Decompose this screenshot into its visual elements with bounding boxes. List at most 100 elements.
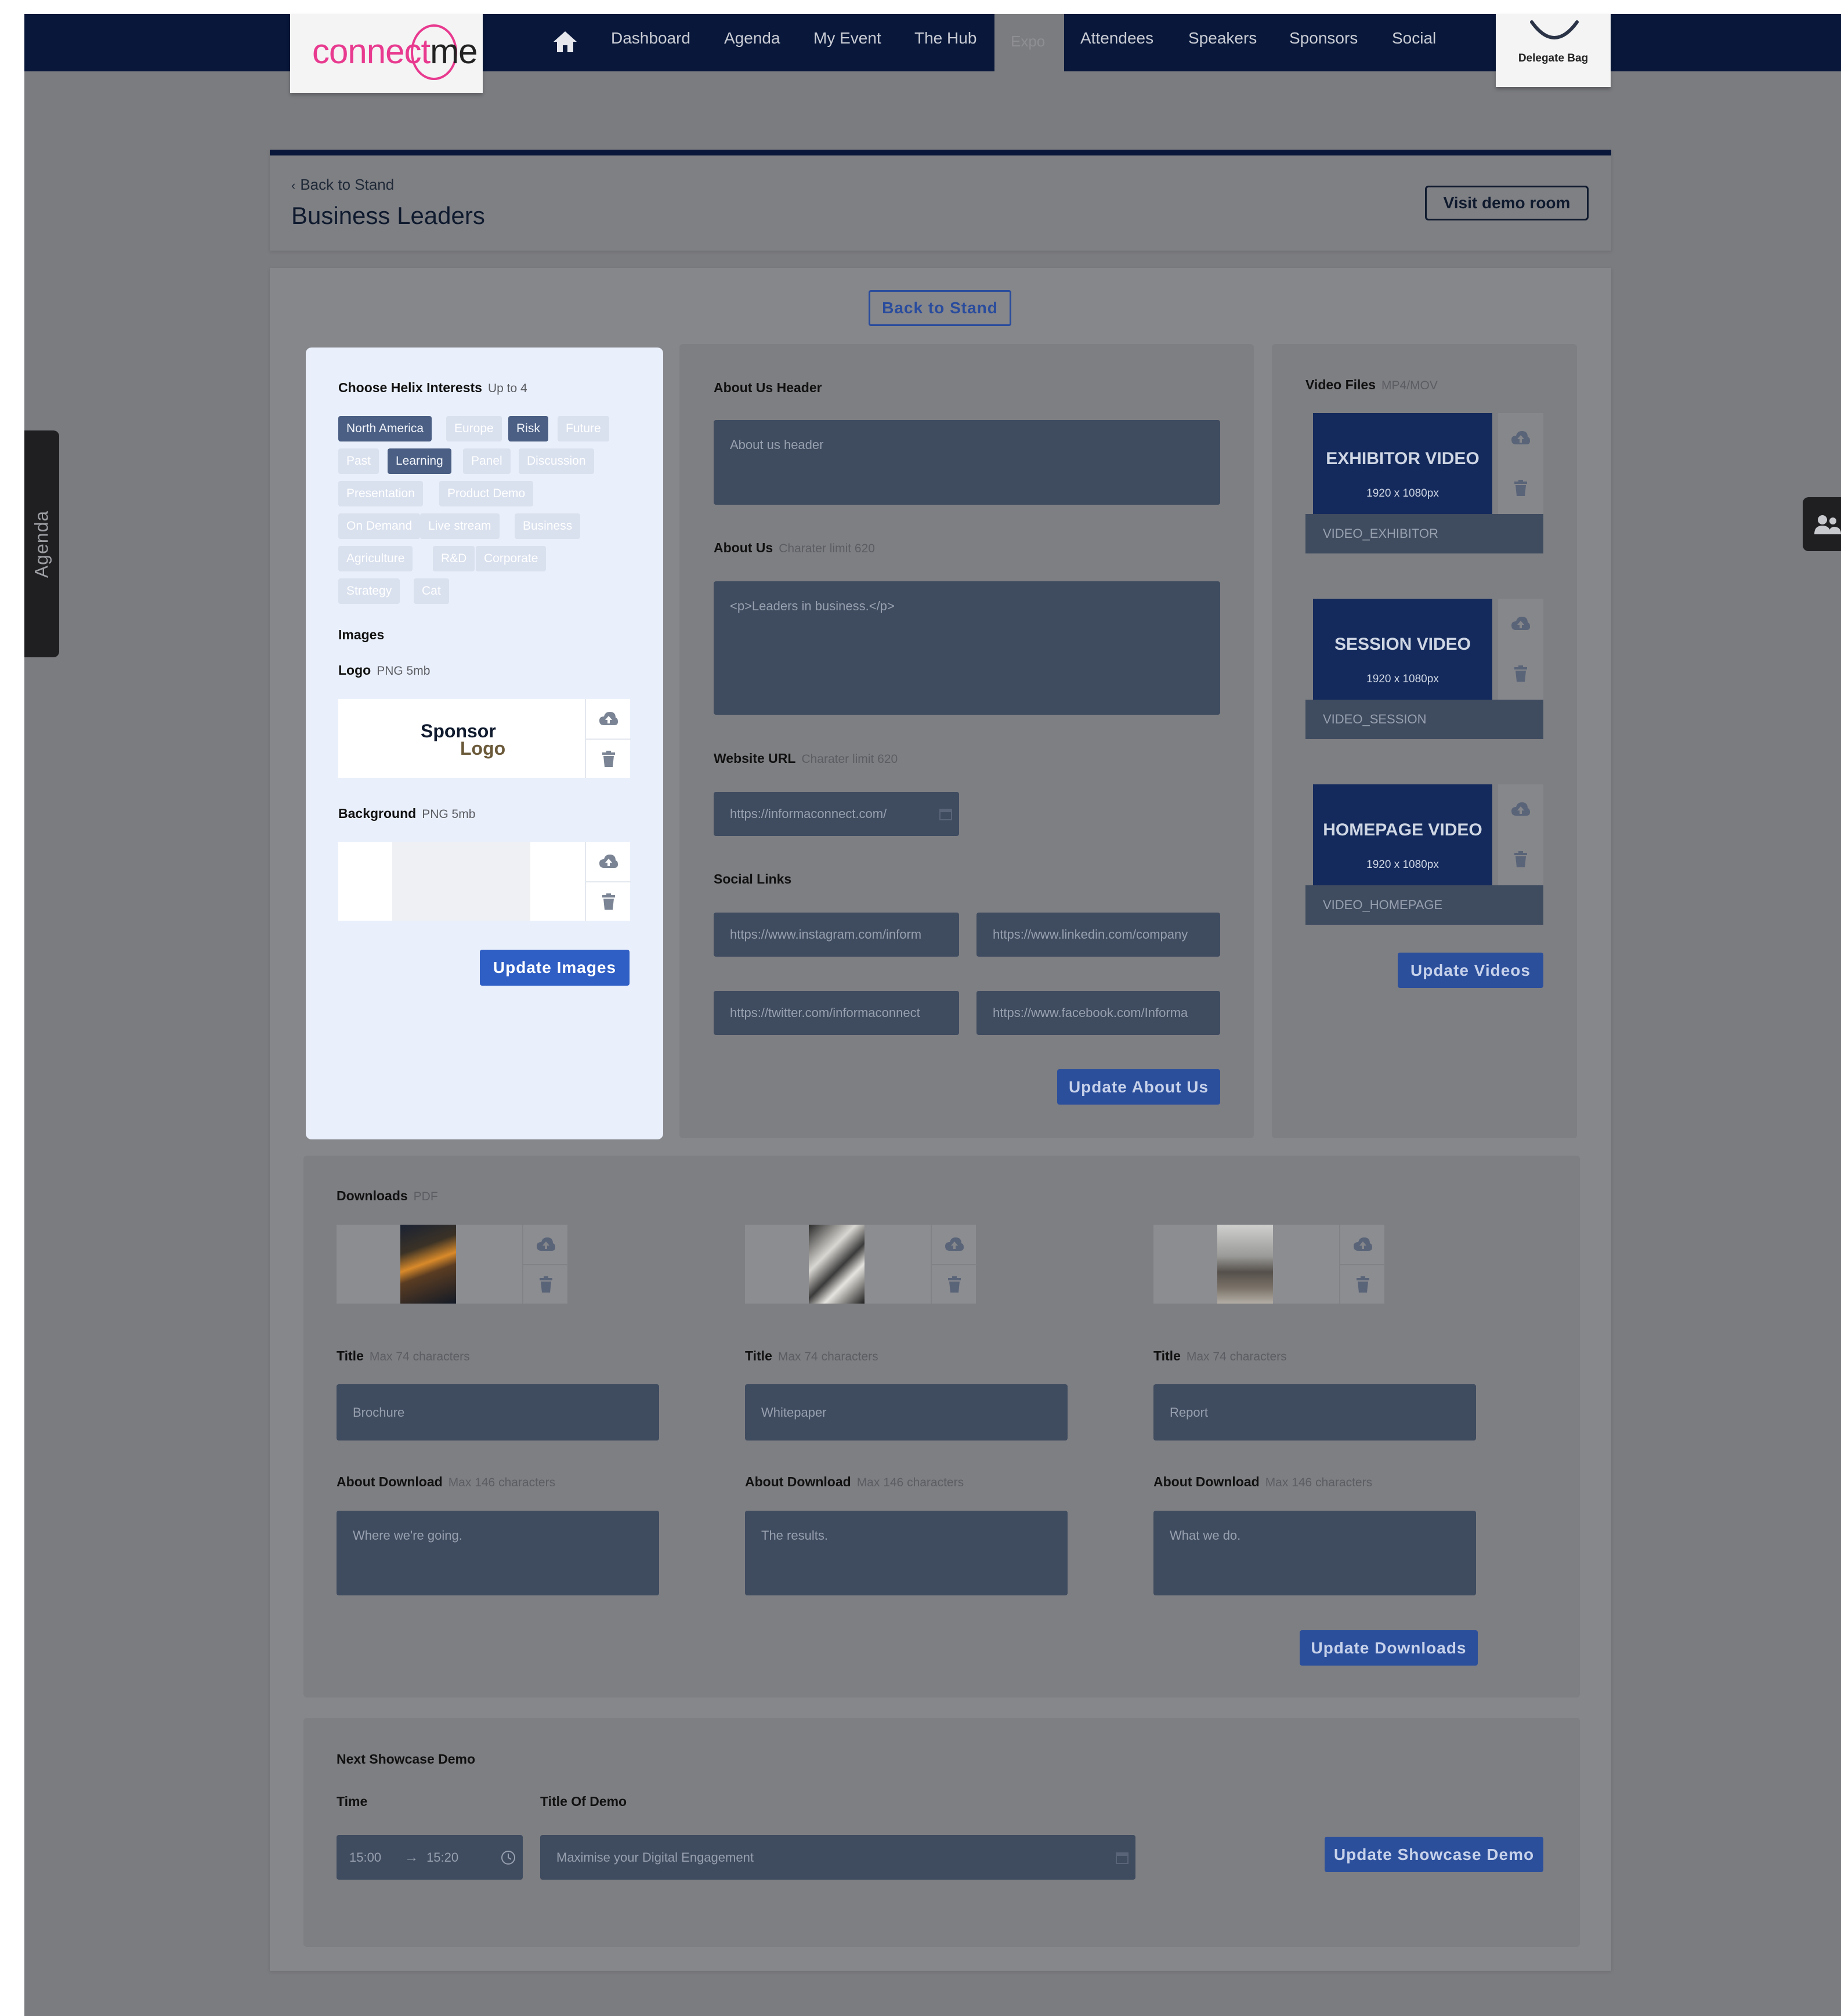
download-about-input[interactable]: What we do. [1153,1511,1476,1595]
update-showcase-demo-button[interactable]: Update Showcase Demo [1325,1837,1543,1872]
clock-icon [501,1850,515,1865]
update-downloads-button[interactable]: Update Downloads [1300,1630,1478,1666]
interest-tag[interactable]: Product Demo [439,481,534,506]
nav-item-dashboard[interactable]: Dashboard [611,29,690,48]
interest-tag[interactable]: Risk [508,416,548,441]
connectme-logo[interactable]: connectme [290,14,483,93]
upload-download-button[interactable] [1340,1225,1386,1264]
interest-tag[interactable]: Corporate [476,546,547,571]
upload-logo-button[interactable] [586,699,631,739]
upload-video-button[interactable] [1498,413,1543,463]
download-about-label: About Download Max 146 characters [1153,1474,1373,1489]
nav-item-social[interactable]: Social [1392,29,1436,48]
back-to-stand-link[interactable]: ‹ Back to Stand [291,176,394,194]
nav-item-expo[interactable]: Expo [1011,32,1045,50]
upload-video-button[interactable] [1498,784,1543,834]
interest-tag[interactable]: Cat [414,578,449,604]
interest-tag[interactable]: Discussion [519,448,594,474]
upload-video-button[interactable] [1498,599,1543,649]
calendar-icon [1116,1852,1129,1864]
upload-download-button[interactable] [932,1225,977,1264]
video-thumbnail-size: 1920 x 1080px [1366,859,1439,871]
nav-item-my-event[interactable]: My Event [813,29,881,48]
update-videos-button[interactable]: Update Videos [1398,953,1543,988]
delete-video-button[interactable] [1498,463,1543,513]
download-thumbnail [1217,1225,1273,1304]
background-actions [585,842,631,921]
title-of-demo-input[interactable]: Maximise your Digital Engagement [540,1835,1135,1880]
interest-tag[interactable]: Europe [446,416,502,441]
home-icon[interactable] [552,30,578,53]
agenda-side-tab[interactable]: Agenda [24,430,59,657]
interest-tag[interactable]: R&D [433,546,475,571]
delete-download-button[interactable] [932,1264,977,1304]
back-to-stand-link-label: Back to Stand [300,176,395,193]
showcase-demo-card [303,1718,1580,1947]
nav-item-sponsors[interactable]: Sponsors [1289,29,1358,48]
instagram-input[interactable]: https://www.instagram.com/inform [714,913,959,957]
visit-demo-room-button[interactable]: Visit demo room [1425,186,1589,220]
background-hint: PNG 5mb [422,808,476,821]
interest-tag[interactable]: Agriculture [338,546,413,571]
interest-tag[interactable]: Past [338,448,379,474]
upload-background-button[interactable] [586,842,631,881]
linkedin-input[interactable]: https://www.linkedin.com/company [976,913,1220,957]
delete-video-button[interactable] [1498,649,1543,698]
interest-tag[interactable]: Live stream [420,513,500,539]
facebook-input[interactable]: https://www.facebook.com/Informa [976,991,1220,1035]
interest-tag[interactable]: Learning [388,448,451,474]
interest-tag[interactable]: Presentation [338,481,423,506]
back-to-stand-button[interactable]: Back to Stand [869,290,1011,326]
calendar-icon [939,809,952,820]
interest-tag[interactable]: Panel [463,448,511,474]
download-title-input[interactable]: Report [1153,1384,1476,1440]
video-actions [1498,784,1543,885]
website-url-input[interactable]: https://informaconnect.com/ [714,792,959,836]
interests-label: Choose Helix Interests Up to 4 [338,380,527,395]
nav-item-agenda[interactable]: Agenda [724,29,780,48]
delete-logo-button[interactable] [586,739,631,778]
about-us-textarea[interactable]: <p>Leaders in business.</p> [714,581,1220,715]
delete-download-button[interactable] [523,1264,569,1304]
video-filename: VIDEO_EXHIBITOR [1305,514,1543,553]
showcase-title: Next Showcase Demo [337,1751,476,1767]
update-about-us-button[interactable]: Update About Us [1057,1069,1220,1105]
download-about-input[interactable]: Where we're going. [337,1511,659,1595]
delegate-bag-button[interactable]: Delegate Bag [1496,14,1611,87]
delete-video-button[interactable] [1498,834,1543,884]
interest-tag[interactable]: North America [338,416,432,441]
video-thumbnail: HOMEPAGE VIDEO 1920 x 1080px [1313,784,1492,888]
logo-preview: Sponsor Logo [338,699,585,778]
video-thumbnail: EXHIBITOR VIDEO 1920 x 1080px [1313,413,1492,516]
title-of-demo-label: Title Of Demo [540,1794,627,1809]
trash-icon [1514,851,1527,867]
video-thumbnail-title: EXHIBITOR VIDEO [1326,449,1480,468]
delete-background-button[interactable] [586,881,631,921]
time-range-picker[interactable]: 15:00 → 15:20 [337,1835,523,1880]
logo-text-me: me [430,32,478,71]
nav-item-the-hub[interactable]: The Hub [914,29,976,48]
update-images-button[interactable]: Update Images [480,950,630,986]
interest-tag[interactable]: Business [515,513,581,539]
download-title-input[interactable]: Whitepaper [745,1384,1068,1440]
images-label: Images [338,627,385,642]
video-actions [1498,599,1543,700]
nav-item-speakers[interactable]: Speakers [1188,29,1257,48]
download-about-input[interactable]: The results. [745,1511,1068,1595]
delete-download-button[interactable] [1340,1264,1386,1304]
twitter-input[interactable]: https://twitter.com/informaconnect [714,991,959,1035]
download-preview [745,1225,931,1304]
interest-tag[interactable]: Strategy [338,578,400,604]
download-actions [1339,1225,1386,1304]
nav-item-attendees[interactable]: Attendees [1080,29,1153,48]
download-preview [337,1225,522,1304]
upload-download-button[interactable] [523,1225,569,1264]
video-files-hint: MP4/MOV [1381,379,1438,392]
download-title-input[interactable]: Brochure [337,1384,659,1440]
video-files-label: Video Files MP4/MOV [1305,377,1438,392]
interest-tag[interactable]: Future [558,416,609,441]
about-header-input[interactable]: About us header [714,420,1220,505]
upload-cloud-icon [599,855,618,868]
attendees-side-tab[interactable] [1803,497,1841,551]
interest-tag[interactable]: On Demand [338,513,421,539]
